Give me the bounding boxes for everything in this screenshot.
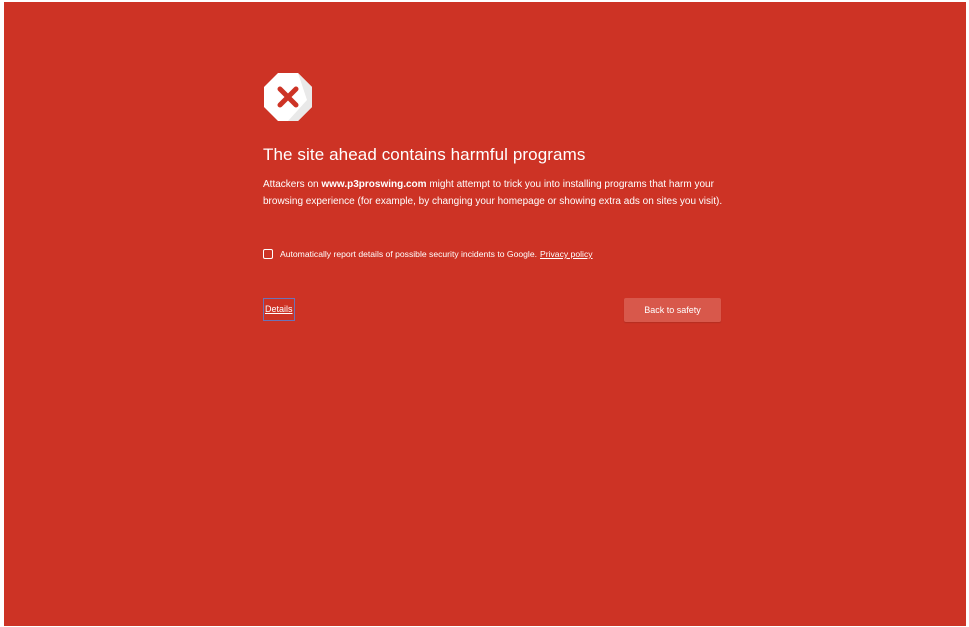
description-prefix: Attackers on <box>263 179 322 190</box>
report-option: Automatically report details of possible… <box>263 249 593 259</box>
back-to-safety-button[interactable]: Back to safety <box>624 298 721 322</box>
site-name: www.p3proswing.com <box>321 179 427 190</box>
stop-sign-x-icon <box>264 73 312 121</box>
privacy-policy-link[interactable]: Privacy policy <box>540 249 593 259</box>
report-label: Automatically report details of possible… <box>280 249 537 259</box>
details-link[interactable]: Details <box>263 298 295 321</box>
page-title: The site ahead contains harmful programs <box>263 145 586 164</box>
interstitial-page: The site ahead contains harmful programs… <box>4 2 966 626</box>
report-checkbox[interactable] <box>263 249 273 259</box>
warning-description: Attackers on www.p3proswing.com might at… <box>263 177 723 210</box>
